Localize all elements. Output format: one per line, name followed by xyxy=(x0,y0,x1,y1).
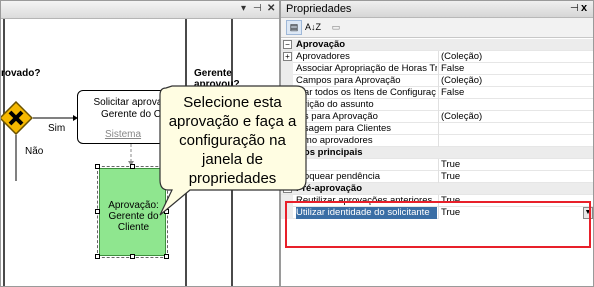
property-row[interactable]: + Aprovadores (Coleção) xyxy=(281,51,593,63)
property-name: ...rição do assunto xyxy=(296,99,374,110)
property-pages-icon[interactable]: ▭ xyxy=(328,20,344,35)
property-name: Aprovadores xyxy=(296,51,350,62)
property-category-row[interactable]: − Aprovação xyxy=(281,39,593,51)
property-value[interactable] xyxy=(438,99,593,111)
pin-icon[interactable]: ⊣ xyxy=(570,3,579,14)
client-manager-approval-task[interactable]: Aprovação: Gerente do Cliente xyxy=(99,168,166,256)
resize-handle[interactable] xyxy=(95,209,100,214)
approval-task-label: Aprovação: Gerente do Cliente xyxy=(100,200,167,233)
row-gutter xyxy=(281,63,293,75)
row-gutter xyxy=(281,75,293,87)
property-row[interactable]: Associar Apropriação de Horas Trab False xyxy=(281,63,593,75)
property-value[interactable]: False xyxy=(438,63,593,75)
property-category-row[interactable]: − Pré-aprovação xyxy=(281,183,593,195)
property-category-label: Aprovação xyxy=(296,39,346,50)
property-row[interactable]: ...rição do assunto xyxy=(281,99,593,111)
property-name: ...ar todos os Itens de Configuraç xyxy=(296,87,436,98)
property-row[interactable]: Campos para Aprovação (Coleção) xyxy=(281,75,593,87)
properties-toolbar: ▤ A↓Z ▭ xyxy=(281,18,593,38)
approval-task-label-line: Aprovação: xyxy=(108,200,159,211)
property-value[interactable]: (Coleção) xyxy=(438,51,593,63)
property-name: ...mo aprovadores xyxy=(296,135,373,146)
expand-icon[interactable]: + xyxy=(283,52,292,61)
property-value[interactable] xyxy=(438,123,593,135)
collapse-icon[interactable]: − xyxy=(283,40,292,49)
property-value[interactable]: True xyxy=(438,159,593,171)
property-name: Associar Apropriação de Horas Trab xyxy=(296,63,437,74)
resize-handle[interactable] xyxy=(164,254,169,259)
property-category-label: Pré-aprovação xyxy=(296,183,363,194)
property-name: ... xyxy=(296,159,304,170)
property-value[interactable] xyxy=(438,135,593,147)
categorized-view-icon[interactable]: ▤ xyxy=(286,20,302,35)
property-value[interactable]: (Coleção) xyxy=(438,75,593,87)
property-name: Campos para Aprovação xyxy=(296,75,401,86)
property-category-row[interactable]: − ...os principais xyxy=(281,147,593,159)
property-row[interactable]: ...s para Aprovação (Coleção) xyxy=(281,111,593,123)
alphabetical-sort-icon[interactable]: A↓Z xyxy=(304,20,321,35)
task-system-link[interactable]: Sistema xyxy=(78,129,168,140)
property-name: ...sagem para Clientes xyxy=(296,123,392,134)
property-row[interactable]: ... True xyxy=(281,159,593,171)
resize-handle[interactable] xyxy=(164,209,169,214)
resize-handle[interactable] xyxy=(95,164,100,169)
property-row[interactable]: ...sagem para Clientes xyxy=(281,123,593,135)
property-category-label: ...os principais xyxy=(296,147,363,158)
property-row[interactable]: ...ar todos os Itens de Configuraç False xyxy=(281,87,593,99)
property-grid[interactable]: − Aprovação + Aprovadores (Coleção) Associar … xyxy=(281,39,593,219)
property-value[interactable]: True xyxy=(438,171,593,183)
resize-handle[interactable] xyxy=(130,164,135,169)
resize-handle[interactable] xyxy=(95,254,100,259)
highlight-box xyxy=(285,201,591,248)
close-icon[interactable]: x xyxy=(581,2,587,14)
property-name: ...s para Aprovação xyxy=(296,111,378,122)
property-name: ...oquear pendência xyxy=(296,171,380,182)
property-row[interactable]: ...oquear pendência True xyxy=(281,171,593,183)
flow-label-no: Não xyxy=(25,146,44,157)
properties-title: Propriedades xyxy=(286,3,352,15)
resize-handle[interactable] xyxy=(130,254,135,259)
properties-titlebar: Propriedades ⊣ x xyxy=(281,1,593,18)
approval-task-label-line: Gerente do xyxy=(108,211,159,222)
property-row[interactable]: ...mo aprovadores xyxy=(281,135,593,147)
callout-text: Selecione esta aprovação e faça a config… xyxy=(168,94,297,187)
property-value[interactable]: False xyxy=(438,87,593,99)
flow-label-yes: Sim xyxy=(48,123,66,134)
approval-task-label-line: Cliente xyxy=(117,222,150,233)
property-value[interactable]: (Coleção) xyxy=(438,111,593,123)
